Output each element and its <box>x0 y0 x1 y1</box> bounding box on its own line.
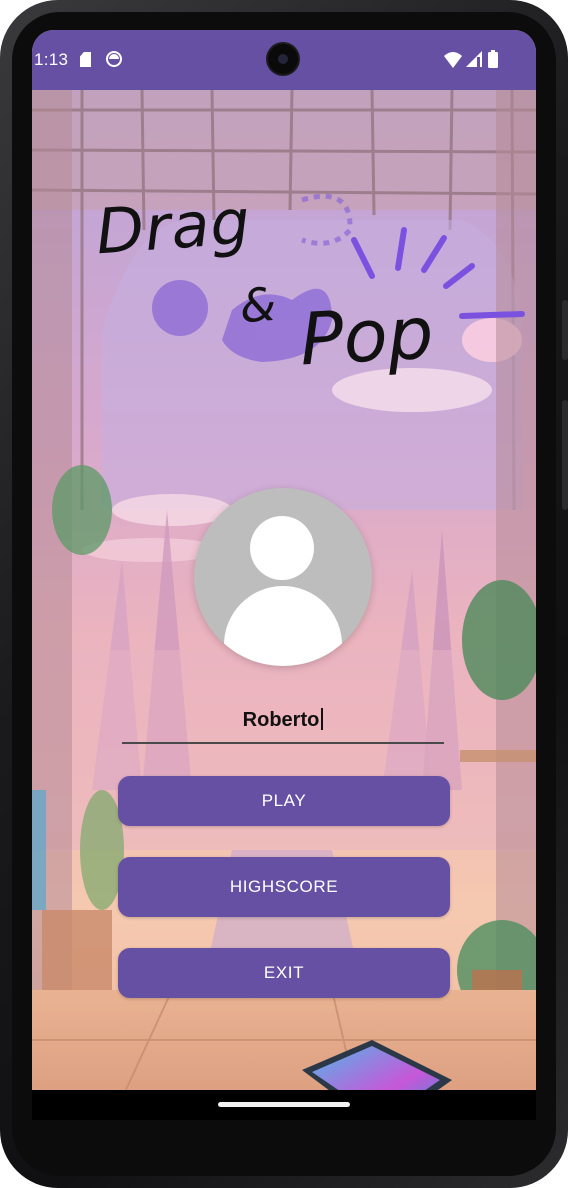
play-button[interactable]: PLAY <box>118 776 450 826</box>
face-status-icon <box>106 51 122 67</box>
player-name-value[interactable]: Roberto <box>243 708 324 732</box>
phone-frame: Drag & Pop 1:13 Roberto PLAY HIGHSCORE E… <box>0 0 568 1188</box>
logo-ampersand: & <box>238 276 278 334</box>
status-bar: 1:13 <box>32 30 536 90</box>
person-placeholder-icon[interactable] <box>194 488 372 666</box>
logo-word-drag: Drag <box>93 184 253 269</box>
battery-icon <box>488 50 498 68</box>
wifi-icon <box>444 52 462 68</box>
home-gesture-pill[interactable] <box>218 1102 350 1107</box>
exit-button[interactable]: EXIT <box>118 948 450 998</box>
player-name-input[interactable]: Roberto <box>122 698 444 744</box>
navigation-bar <box>32 1090 536 1120</box>
power-button <box>562 400 568 510</box>
sd-card-icon <box>80 52 91 67</box>
player-name-text: Roberto <box>242 709 320 731</box>
highscore-button[interactable]: HIGHSCORE <box>118 857 450 917</box>
logo-word-pop: Pop <box>297 290 436 382</box>
avatar-head <box>250 516 314 580</box>
avatar-body <box>224 586 342 666</box>
game-logo: Drag & Pop <box>32 90 536 410</box>
status-time: 1:13 <box>34 50 69 69</box>
front-camera <box>268 44 298 74</box>
volume-button <box>562 300 568 360</box>
cell-signal-icon <box>466 51 482 67</box>
screen: Drag & Pop 1:13 Roberto PLAY HIGHSCORE E… <box>32 30 536 1120</box>
text-caret <box>321 708 324 730</box>
